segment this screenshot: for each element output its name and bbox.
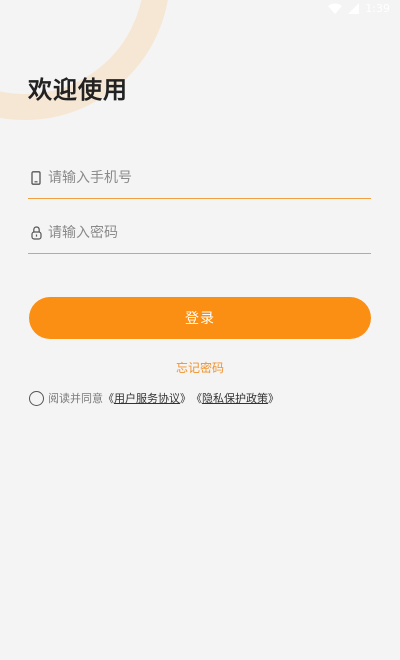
lock-icon (28, 225, 44, 241)
wifi-icon (328, 3, 343, 14)
page-title: 欢迎使用 (28, 76, 128, 104)
login-screen: 1:39 欢迎使用 登录 忘记密码 阅读并同意 《 用户服务协议 》 《 (0, 0, 400, 660)
status-time: 1:39 (365, 2, 390, 15)
status-icons: 1:39 (328, 2, 390, 15)
forgot-password-link[interactable]: 忘记密码 (0, 359, 400, 376)
password-field[interactable] (28, 213, 371, 254)
status-bar: 1:39 (0, 0, 400, 22)
agreement-row: 阅读并同意 《 用户服务协议 》 《 隐私保护政策 》 (29, 390, 279, 406)
bracket-open-2: 《 (191, 392, 202, 405)
bracket-close-1: 》 (180, 392, 191, 405)
signal-icon (348, 3, 360, 14)
agreement-prefix: 阅读并同意 (48, 392, 103, 405)
phone-input[interactable] (48, 170, 348, 186)
phone-icon (28, 170, 44, 186)
agree-radio[interactable] (29, 390, 44, 406)
bracket-close-2: 》 (268, 392, 279, 405)
login-button[interactable]: 登录 (29, 297, 371, 339)
bracket-open-1: 《 (103, 392, 114, 405)
user-agreement-link[interactable]: 用户服务协议 (114, 390, 180, 406)
password-input[interactable] (48, 225, 348, 241)
phone-field[interactable] (28, 158, 371, 199)
privacy-policy-link[interactable]: 隐私保护政策 (202, 390, 268, 406)
